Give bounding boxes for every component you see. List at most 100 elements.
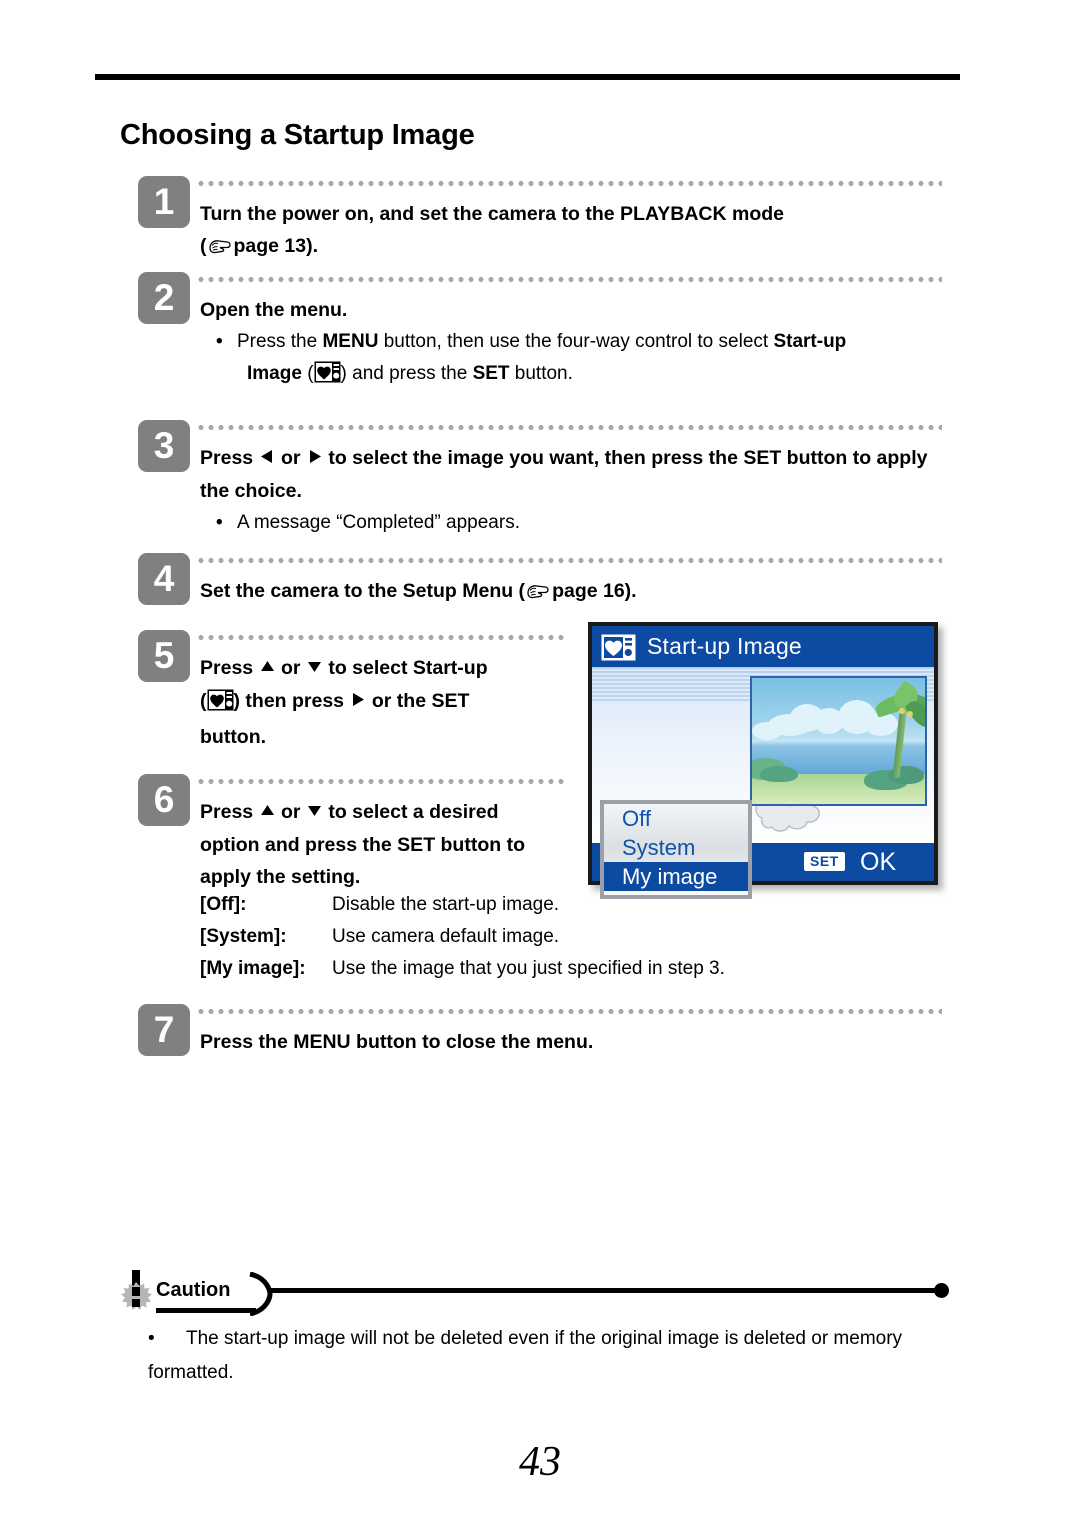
step-2-bullet-1-line2: Image ( ) and press the SET button. (247, 358, 960, 394)
step-1-heading-text: Turn the power on, and set the camera to… (200, 203, 785, 225)
step-number-badge: 2 (138, 272, 190, 324)
step-6-line2: option and press the SET button to (200, 834, 525, 856)
right-arrow-icon (306, 443, 323, 475)
step-6-heading-post: to select a desired (322, 801, 499, 823)
step-4-page-ref: page 16). (552, 580, 637, 602)
step-3-heading-pre: Press (200, 447, 259, 469)
startup-image-option-list[interactable]: Off System My image (600, 800, 752, 899)
bullet-glyph: • (216, 512, 223, 533)
manual-page: Choosing a Startup Image 1 Turn the powe… (0, 0, 1080, 1527)
page-title: Choosing a Startup Image (120, 119, 475, 152)
camera-lcd-preview: Start-up Image Off System My image SET O… (588, 622, 938, 899)
step-number-badge: 4 (138, 553, 190, 605)
step-3-bullet-text: A message “Completed” appears. (236, 512, 520, 533)
definition-row: [My image]: Use the image that you just … (200, 953, 960, 985)
right-arrow-icon (349, 686, 366, 718)
definition-key-off: [Off]: (200, 894, 247, 915)
step-5-line2-post: or the SET (366, 690, 470, 712)
step-3-heading-mid: or (275, 447, 306, 469)
caution-label: Caution (156, 1279, 231, 1301)
down-arrow-icon (306, 653, 323, 685)
definition-key-my-image: [My image]: (200, 958, 306, 979)
step-5-heading-post: to select Start-up (322, 657, 488, 679)
step-2-bullet-1: • Press the MENU button, then use the fo… (216, 326, 960, 358)
step-number-badge: 1 (138, 176, 190, 228)
step-2-set-keyword: SET (472, 363, 510, 384)
lcd-option-off[interactable]: Off (604, 804, 748, 833)
bullet-glyph: • (216, 331, 223, 352)
step-5-line2-mid: ) then press (233, 690, 350, 712)
step-2-b1-t5: ) and press the (340, 363, 473, 384)
pointing-hand-icon (207, 234, 233, 266)
step-2: 2 Open the menu. • Press the MENU button… (0, 268, 1080, 394)
page-number: 43 (519, 1439, 561, 1485)
left-arrow-icon (259, 443, 276, 475)
beach-scene-thumbnail (750, 676, 927, 806)
step-3-bullet-1: • A message “Completed” appears. (216, 507, 960, 539)
step-2-b1-t1: Press the (236, 331, 323, 352)
cloud-decoration (752, 800, 834, 838)
step-3: 3 Press or to select the image you want,… (0, 416, 1080, 539)
definition-value-my-image: Use the image that you just specified in… (332, 958, 725, 979)
set-button-badge: SET (804, 852, 845, 871)
step-number-badge: 6 (138, 774, 190, 826)
cloud-shape (752, 722, 782, 740)
step-divider (196, 779, 564, 784)
step-1-page-ref: page 13). (233, 235, 319, 257)
bullet-glyph: • (148, 1328, 155, 1349)
lcd-canvas: Off System My image (592, 667, 934, 899)
lcd-option-system[interactable]: System (604, 833, 748, 862)
step-5-heading-mid: or (275, 657, 306, 679)
step-5-line2: () then press or the SET (200, 685, 560, 721)
bush-shape (760, 766, 798, 782)
step-divider (196, 558, 942, 563)
step-number-badge: 5 (138, 630, 190, 682)
step-divider (196, 635, 564, 640)
step-5-line3: button. (200, 726, 267, 748)
step-number-badge: 7 (138, 1004, 190, 1056)
step-2-startup-keyword: Start-up (773, 331, 847, 352)
lcd-ok-label: OK (860, 848, 897, 876)
step-4-heading-pre: Set the camera to the Setup Menu ( (200, 580, 526, 602)
caution-end-dot (934, 1283, 949, 1298)
step-2-b1-t6: button. (509, 363, 573, 384)
step-2-image-keyword: Image (247, 363, 302, 384)
step-5-heading-pre: Press (200, 657, 259, 679)
header-rule (95, 74, 960, 80)
startup-image-icon (601, 633, 636, 661)
definition-key-system: [System]: (200, 926, 287, 947)
warning-burst-icon (118, 1270, 156, 1316)
lcd-title-text: Start-up Image (647, 633, 802, 659)
up-arrow-icon (259, 653, 276, 685)
step-6-heading-pre: Press (200, 801, 259, 823)
definition-row: [System]: Use camera default image. (200, 921, 960, 953)
pointing-hand-icon (525, 579, 551, 611)
step-2-paren-open: ( (301, 363, 314, 384)
lcd-title-bar: Start-up Image (592, 626, 934, 667)
startup-image-icon (314, 361, 341, 394)
caution-body-text: The start-up image will not be deleted e… (148, 1328, 903, 1383)
coconut (907, 711, 913, 717)
step-2-heading-text: Open the menu. (200, 299, 348, 321)
step-4: 4 Set the camera to the Setup Menu ( page… (0, 549, 1080, 611)
step-7: 7 Press the MENU button to close the men… (0, 1000, 1080, 1058)
up-arrow-icon (259, 797, 276, 829)
step-1-heading-line2: (page 13). (200, 230, 960, 266)
step-divider (196, 425, 942, 430)
step-1: 1 Turn the power on, and set the camera … (0, 172, 1080, 266)
caution-body: • The start-up image will not be deleted… (148, 1322, 938, 1390)
startup-image-icon (207, 689, 234, 721)
definition-row: [Off]: Disable the start-up image. (200, 889, 960, 921)
step-number-badge: 3 (138, 420, 190, 472)
coconut (899, 708, 905, 714)
definition-value-system: Use camera default image. (332, 926, 560, 947)
step-6-heading-mid: or (275, 801, 306, 823)
lcd-option-my-image[interactable]: My image (604, 862, 748, 891)
step-divider (196, 277, 942, 282)
step-2-menu-keyword: MENU (322, 331, 379, 352)
step-divider (196, 1009, 942, 1014)
caution-underline (156, 1308, 256, 1313)
step-2-b1-t2: button, then use the four-way control to… (378, 331, 774, 352)
caution-curve (248, 1271, 278, 1317)
step-divider (196, 181, 942, 186)
